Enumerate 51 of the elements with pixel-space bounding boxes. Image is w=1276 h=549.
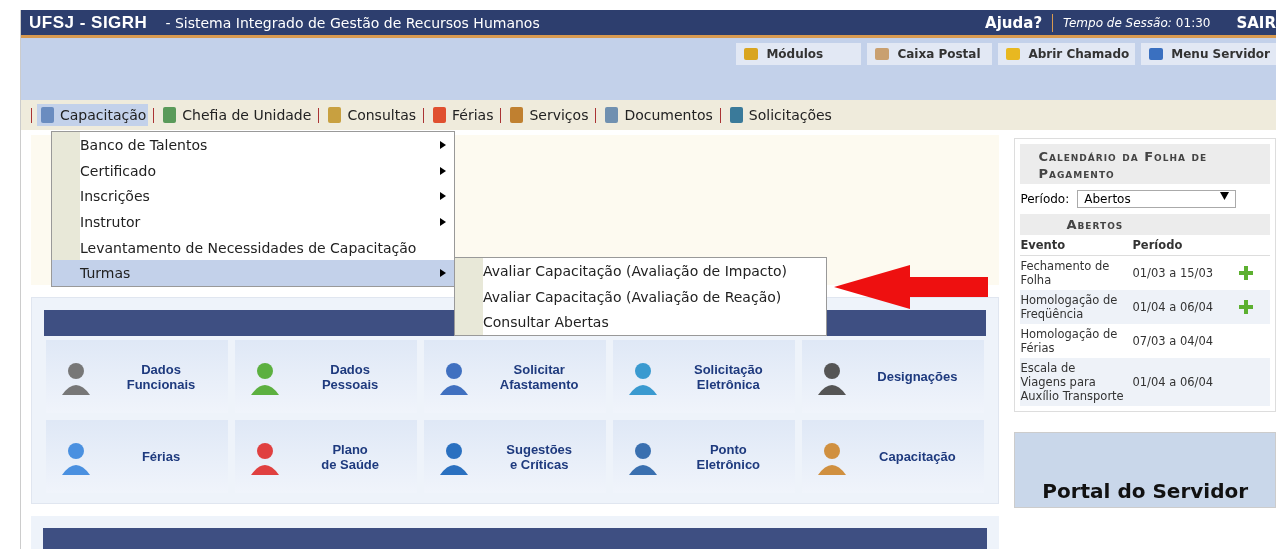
- event-cell-text: Fechamento de Folha: [1020, 259, 1111, 287]
- event-cell-text: Homologação de Freqüência: [1020, 293, 1119, 321]
- help-link[interactable]: Ajuda?: [985, 13, 1054, 32]
- period-select[interactable]: Abertos: [1077, 190, 1237, 208]
- toolbar-icon: [873, 46, 892, 62]
- event-cell-text: Homologação de Férias: [1020, 327, 1119, 355]
- toolbar-icon: [1147, 46, 1166, 62]
- plus-icon[interactable]: [1238, 299, 1255, 315]
- toolbar-button[interactable]: Módulos: [736, 43, 862, 65]
- dropdown-item[interactable]: Instrutor: [52, 209, 454, 235]
- menu-icon: [431, 106, 449, 124]
- session-time: 01:30: [1175, 15, 1211, 30]
- period-cell-text: 01/04 a 06/04: [1132, 375, 1215, 389]
- menu-tab[interactable]: Documentos: [601, 104, 715, 126]
- section-title: Abertos: [1020, 214, 1270, 235]
- menu-tab[interactable]: Chefia de Unidade: [159, 104, 314, 126]
- submenu-item[interactable]: Consultar Abertas: [455, 309, 826, 336]
- system-subtitle: - Sistema Integrado de Gestão de Recursos Humanos: [165, 14, 540, 31]
- dropdown-item[interactable]: Banco de Talentos: [52, 132, 454, 158]
- menu-icon: [39, 106, 57, 124]
- period-cell-text: 07/03 a 04/04: [1132, 334, 1215, 348]
- toolbar-icon: [1004, 46, 1023, 62]
- dropdown-item[interactable]: Inscrições: [52, 183, 454, 210]
- menu-tab[interactable]: Serviços: [506, 104, 591, 126]
- submenu-item[interactable]: Avaliar Capacitação (Avaliação de Reação): [455, 283, 826, 310]
- submenu-item[interactable]: Avaliar Capacitação (Avaliação de Impacto): [455, 258, 826, 284]
- dropdown-item[interactable]: Turmas: [52, 260, 454, 287]
- session-label: Tempo de Sessão:: [1063, 15, 1172, 30]
- menu-tab[interactable]: Férias: [429, 104, 496, 126]
- event-cell-text: Escala de Viagens para Auxílio Transporte: [1020, 361, 1125, 403]
- calendar-title: Calendário da Folha de Pagamento: [1020, 144, 1270, 184]
- plus-icon[interactable]: [1238, 265, 1255, 281]
- toolbar-icon: [742, 46, 761, 62]
- system-brand: UFSJ - SIGRH: [29, 12, 148, 33]
- toolbar-button[interactable]: Caixa Postal: [867, 43, 993, 65]
- menu-tab[interactable]: Solicitações: [725, 104, 834, 126]
- column-header: Período: [1132, 238, 1184, 252]
- toolbar-button[interactable]: Menu Servidor: [1141, 43, 1276, 65]
- menu-tab[interactable]: Capacitação: [37, 104, 149, 126]
- dropdown-caret-icon: [1220, 192, 1230, 200]
- logout-link[interactable]: SAIR: [1236, 13, 1276, 32]
- period-cell-text: 01/03 a 15/03: [1132, 266, 1215, 280]
- toolbar-button[interactable]: Abrir Chamado: [998, 43, 1136, 65]
- dropdown-item[interactable]: Certificado: [52, 157, 454, 184]
- period-cell-text: 01/04 a 06/04: [1132, 300, 1215, 314]
- menu-icon: [727, 106, 746, 124]
- portal-title: Portal do Servidor: [1042, 479, 1249, 503]
- column-header: Evento: [1020, 238, 1067, 252]
- period-label: Período:: [1020, 192, 1070, 206]
- dropdown-item[interactable]: Levantamento de Necessidades de Capacitação: [52, 234, 454, 261]
- menu-tab[interactable]: Consultas: [324, 104, 418, 126]
